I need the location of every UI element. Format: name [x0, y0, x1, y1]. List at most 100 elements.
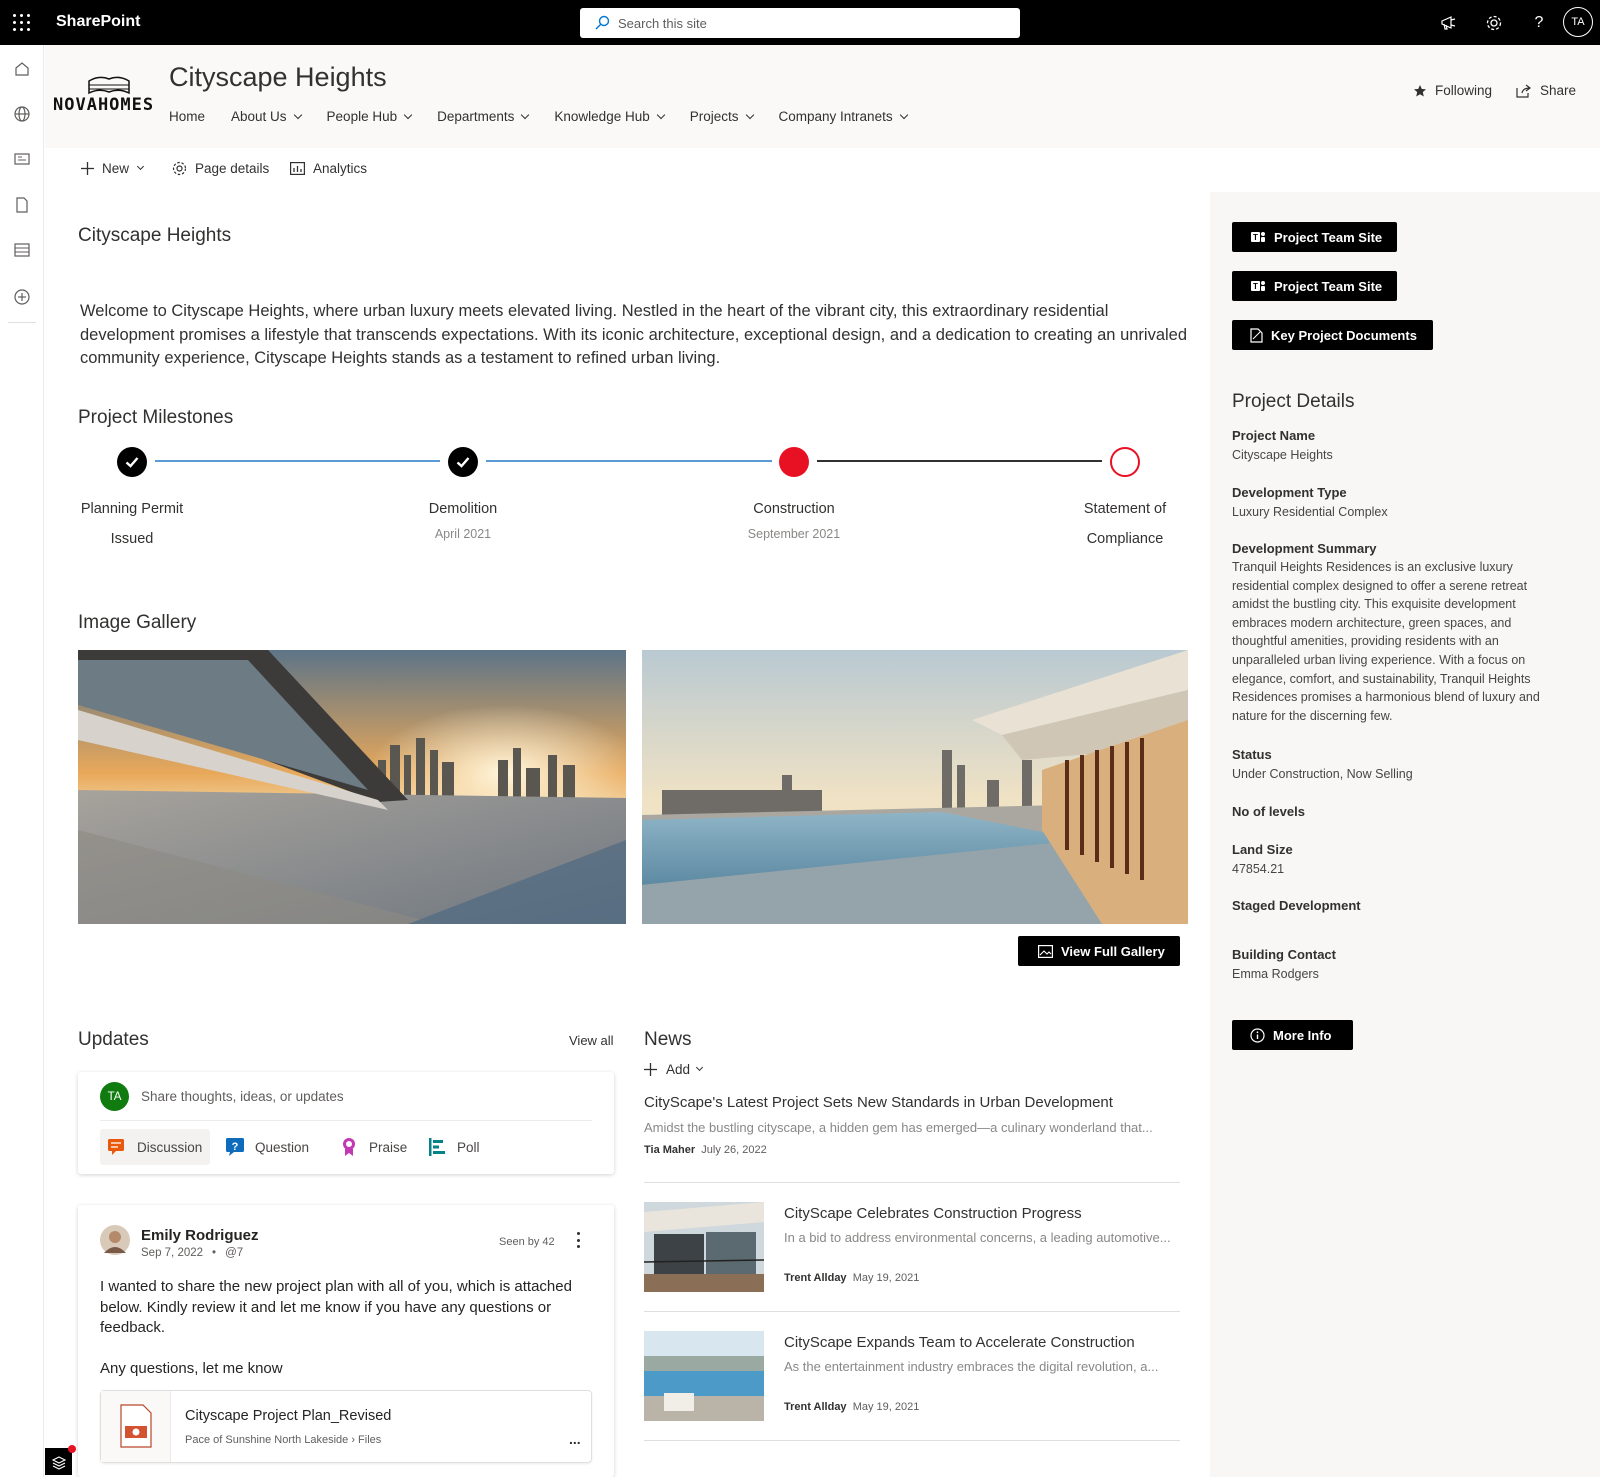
following-button[interactable]: Following: [1413, 83, 1492, 98]
news-author[interactable]: Tia Maher: [644, 1144, 695, 1156]
updates-view-all-link[interactable]: View all: [569, 1033, 614, 1048]
gear-icon[interactable]: [1483, 12, 1505, 34]
list-icon[interactable]: [12, 240, 32, 260]
praise-icon: [343, 1138, 355, 1156]
composer-input[interactable]: Share thoughts, ideas, or updates: [141, 1089, 571, 1104]
milestone-label: Construction: [753, 501, 835, 517]
following-label: Following: [1435, 83, 1493, 98]
more-options-icon[interactable]: [576, 1232, 580, 1248]
field-label: Development Type: [1232, 485, 1347, 500]
news-item-title[interactable]: CityScape Expands Team to Accelerate Con…: [784, 1334, 1135, 1351]
user-avatar[interactable]: TA: [1563, 7, 1593, 37]
image-icon: [1038, 944, 1053, 958]
plus-icon: [81, 162, 94, 175]
button-label: Key Project Documents: [1271, 327, 1417, 343]
chevron-down-icon: [521, 110, 530, 119]
nav-home[interactable]: Home: [169, 109, 205, 124]
field-value: Cityscape Heights: [1232, 448, 1333, 462]
megaphone-icon[interactable]: [1438, 12, 1460, 34]
nav-departments[interactable]: Departments: [437, 109, 530, 124]
chevron-down-icon: [745, 110, 754, 119]
add-circle-icon[interactable]: [12, 287, 32, 307]
gallery-image-rooftop-pool[interactable]: [642, 650, 1188, 924]
project-team-site-button[interactable]: T Project Team Site: [1232, 222, 1397, 252]
gallery-heading: Image Gallery: [78, 612, 197, 633]
button-label: Project Team Site: [1274, 229, 1383, 245]
author-avatar[interactable]: [100, 1225, 130, 1255]
post-type-poll[interactable]: Poll: [420, 1129, 480, 1165]
nav-about-us[interactable]: About Us: [231, 109, 302, 124]
svg-text:T: T: [1253, 282, 1258, 291]
milestone-node-done[interactable]: [448, 447, 478, 477]
app-name[interactable]: SharePoint: [56, 13, 140, 31]
post-type-question[interactable]: ? Question: [218, 1129, 309, 1165]
news-author[interactable]: Trent Allday: [784, 1401, 847, 1413]
field-label: Staged Development: [1232, 898, 1361, 913]
post-date: Sep 7, 2022: [141, 1247, 204, 1259]
globe-icon[interactable]: [12, 104, 32, 124]
post-handle: @7: [225, 1247, 244, 1259]
feedback-button[interactable]: [45, 1445, 76, 1475]
key-project-documents-button[interactable]: Key Project Documents: [1232, 320, 1433, 350]
analytics-button[interactable]: Analytics: [290, 161, 367, 176]
milestone-label: Demolition: [428, 501, 498, 517]
share-button[interactable]: Share: [1516, 83, 1576, 98]
nav-projects[interactable]: Projects: [690, 109, 754, 124]
news-thumbnail-team[interactable]: [644, 1331, 764, 1421]
composer-divider: [100, 1120, 592, 1121]
document-icon[interactable]: [12, 195, 32, 215]
nav-company-intranets[interactable]: Company Intranets: [778, 109, 908, 124]
nav-knowledge-hub[interactable]: Knowledge Hub: [554, 109, 665, 124]
news-add-label: Add: [666, 1062, 691, 1077]
nav-label: People Hub: [326, 109, 398, 124]
new-button[interactable]: New: [81, 161, 145, 176]
attachment-card[interactable]: Cityscape Project Plan_Revised Pace of S…: [100, 1390, 592, 1463]
post-type-label: Poll: [457, 1139, 480, 1155]
post-type-label: Question: [255, 1139, 310, 1155]
post-author[interactable]: Emily Rodriguez: [141, 1227, 259, 1244]
project-team-site-button[interactable]: T Project Team Site: [1232, 271, 1397, 301]
milestone-node-current[interactable]: [779, 447, 809, 477]
search-box[interactable]: Search this site: [580, 8, 1020, 38]
site-title[interactable]: Cityscape Heights: [169, 62, 387, 93]
news-date: July 26, 2022: [701, 1144, 767, 1156]
milestone-label-line: Issued: [110, 531, 154, 547]
milestones-heading: Project Milestones: [78, 407, 234, 428]
svg-text:?: ?: [232, 1141, 239, 1153]
nav-label: About Us: [231, 109, 287, 124]
nav-people-hub[interactable]: People Hub: [326, 109, 413, 124]
news-item-summary: Amidst the bustling cityscape, a hidden …: [644, 1120, 1153, 1135]
news-thumbnail-construction[interactable]: [644, 1202, 764, 1292]
post-seen-count[interactable]: Seen by 42: [499, 1236, 555, 1248]
news-item-meta: Tia Maher July 26, 2022: [644, 1144, 767, 1156]
suite-bar: SharePoint Search this site ? TA: [0, 0, 1600, 45]
news-icon[interactable]: [12, 149, 32, 169]
command-bar: New Page details Analytics: [45, 148, 1600, 190]
news-divider: [644, 1311, 1180, 1312]
milestone-node-done[interactable]: [117, 447, 147, 477]
view-full-gallery-button[interactable]: View Full Gallery: [1018, 936, 1180, 966]
news-item-title[interactable]: CityScape Celebrates Construction Progre…: [784, 1205, 1082, 1222]
milestone-label-line: Compliance: [1086, 531, 1164, 547]
chevron-down-icon: [403, 110, 413, 119]
home-icon[interactable]: [12, 59, 32, 79]
top-navigation: Home About Us People Hub Departments Kno…: [169, 109, 933, 124]
news-item-title[interactable]: CityScape's Latest Project Sets New Stan…: [644, 1094, 1113, 1111]
post-type-praise[interactable]: Praise: [332, 1129, 407, 1165]
field-label: Status: [1232, 747, 1272, 762]
news-divider: [644, 1182, 1180, 1183]
post-type-discussion[interactable]: Discussion: [100, 1129, 210, 1165]
page-details-label: Page details: [195, 161, 270, 176]
gallery-image-rooftop-sunset[interactable]: [78, 650, 626, 924]
app-launcher-icon[interactable]: [13, 14, 30, 31]
news-add-button[interactable]: Add: [644, 1062, 704, 1077]
question-icon: ?: [226, 1138, 244, 1156]
help-icon[interactable]: ?: [1528, 12, 1550, 34]
nav-label: Company Intranets: [778, 109, 893, 124]
milestone-node-upcoming[interactable]: [1110, 447, 1140, 477]
more-info-button[interactable]: More Info: [1232, 1020, 1353, 1050]
page-details-button[interactable]: Page details: [172, 161, 269, 176]
attachment-more-icon[interactable]: ...: [569, 1431, 581, 1447]
news-author[interactable]: Trent Allday: [784, 1272, 847, 1284]
updates-heading: Updates: [78, 1029, 149, 1050]
